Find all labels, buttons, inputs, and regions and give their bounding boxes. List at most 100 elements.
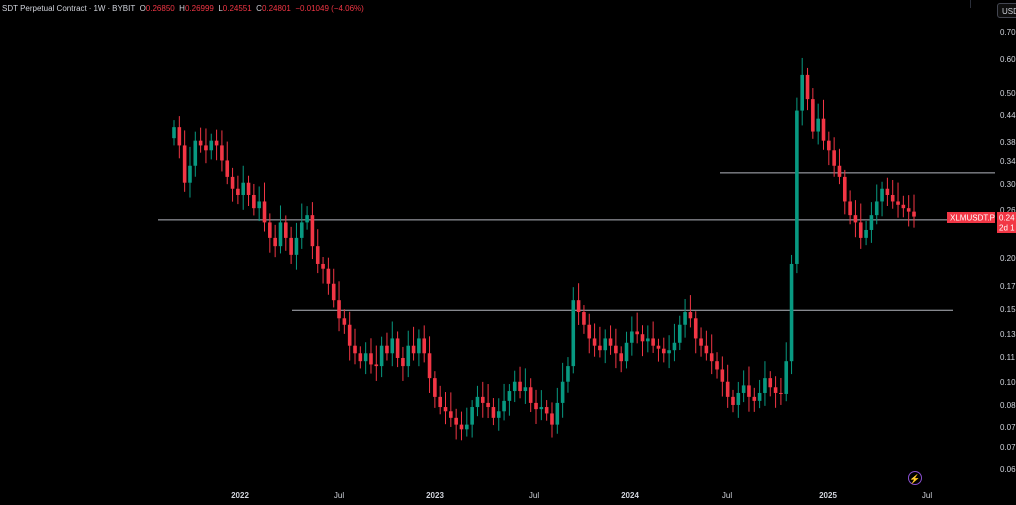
- candle-body: [182, 145, 187, 183]
- candle-body: [214, 140, 219, 146]
- candle-body: [832, 150, 836, 166]
- candle-body: [438, 396, 442, 408]
- candle-body: [784, 361, 789, 394]
- candle-body: [283, 222, 288, 238]
- candle-body: [347, 324, 352, 346]
- candle-body: [677, 324, 682, 343]
- candle-body: [821, 118, 826, 141]
- candle-body: [885, 188, 890, 195]
- candle-body: [699, 338, 703, 346]
- candle-body: [752, 396, 757, 401]
- candle-body: [779, 392, 783, 394]
- candle-body: [374, 364, 379, 367]
- price-chart[interactable]: 0.700.600.500.440.380.340.300.260.220.20…: [0, 0, 1016, 505]
- candle-body: [901, 204, 906, 209]
- candle-body: [587, 324, 592, 339]
- candle-body: [757, 392, 762, 401]
- candle-body: [268, 222, 272, 238]
- candle-body: [768, 378, 773, 388]
- candle-body: [811, 99, 815, 132]
- y-axis-tick: 0.10: [1000, 378, 1016, 387]
- y-axis-tick: 0.07: [1000, 423, 1016, 432]
- y-axis-tick: 0.11: [1000, 353, 1016, 362]
- price-tag-countdown: 2d 1: [999, 224, 1015, 233]
- candle-body: [379, 345, 384, 367]
- candle-body: [209, 140, 214, 151]
- candle-body: [406, 345, 411, 367]
- candle-body: [236, 188, 240, 195]
- y-axis-tick: 0.13: [1000, 330, 1016, 339]
- candle-body: [246, 182, 251, 195]
- x-axis-tick: 2024: [621, 491, 639, 500]
- x-axis-tick: 2025: [819, 491, 837, 500]
- candle-body: [369, 353, 373, 365]
- candle-body: [198, 140, 203, 146]
- candle-body: [598, 345, 602, 351]
- candle-body: [188, 165, 192, 183]
- candle-body: [443, 407, 448, 412]
- candle-body: [342, 318, 347, 325]
- candle-body: [566, 366, 570, 382]
- candle-body: [257, 201, 261, 209]
- candle-body: [172, 127, 176, 139]
- y-axis-tick: 0.70: [1000, 28, 1016, 37]
- candle-body: [630, 331, 634, 343]
- candle-body: [230, 176, 235, 189]
- candle-body: [731, 396, 735, 405]
- candle-body: [204, 145, 208, 151]
- candle-body: [395, 338, 400, 358]
- candle-body: [390, 338, 395, 354]
- candle-body: [321, 263, 325, 269]
- candle-body: [560, 381, 565, 403]
- candle-body: [512, 381, 517, 392]
- candle-body: [896, 201, 900, 205]
- candle-body: [475, 396, 480, 408]
- candle-body: [449, 411, 453, 418]
- candle-body: [534, 402, 538, 410]
- candle-body: [486, 402, 490, 408]
- candle-body: [715, 361, 719, 370]
- candle-body: [853, 215, 858, 223]
- lightning-icon[interactable]: ⚡: [908, 471, 922, 485]
- candle-body: [353, 345, 357, 354]
- candle-body: [683, 312, 687, 325]
- candle-body: [837, 165, 842, 177]
- candle-body: [672, 342, 677, 351]
- candle-body: [848, 201, 852, 216]
- candle-body: [704, 345, 709, 354]
- candle-body: [523, 387, 528, 392]
- candle-body: [220, 145, 224, 161]
- candle-body: [912, 211, 916, 217]
- candle-body: [736, 392, 741, 405]
- candle-body: [608, 338, 613, 346]
- candle-body: [480, 396, 485, 403]
- y-axis-tick: 0.17: [1000, 282, 1016, 291]
- candle-body: [725, 381, 730, 397]
- candle-body: [305, 215, 309, 223]
- symbol-tag-label: XLMUSDT.P: [950, 214, 995, 223]
- candle-body: [773, 387, 778, 393]
- candle-body: [385, 345, 389, 354]
- candle-body: [906, 208, 911, 212]
- candle-body: [619, 353, 623, 362]
- candle-body: [858, 222, 863, 238]
- y-axis-tick: 0.60: [1000, 55, 1016, 64]
- candle-body: [491, 407, 496, 418]
- x-axis-tick: 2023: [426, 491, 444, 500]
- candle-body: [640, 334, 645, 342]
- candle-body: [326, 268, 331, 284]
- candle-body: [363, 353, 368, 362]
- candle-body: [433, 378, 437, 397]
- candle-body: [624, 342, 629, 362]
- candle-body: [539, 407, 544, 410]
- y-axis-tick: 0.30: [1000, 180, 1016, 189]
- candle-body: [401, 357, 405, 367]
- candle-body: [278, 222, 283, 247]
- candle-body: [177, 127, 182, 146]
- candle-body: [289, 237, 293, 255]
- candle-body: [241, 182, 246, 195]
- candle-body: [805, 74, 810, 100]
- candle-body: [656, 345, 661, 349]
- candle-body: [603, 338, 608, 351]
- candle-body: [358, 353, 363, 362]
